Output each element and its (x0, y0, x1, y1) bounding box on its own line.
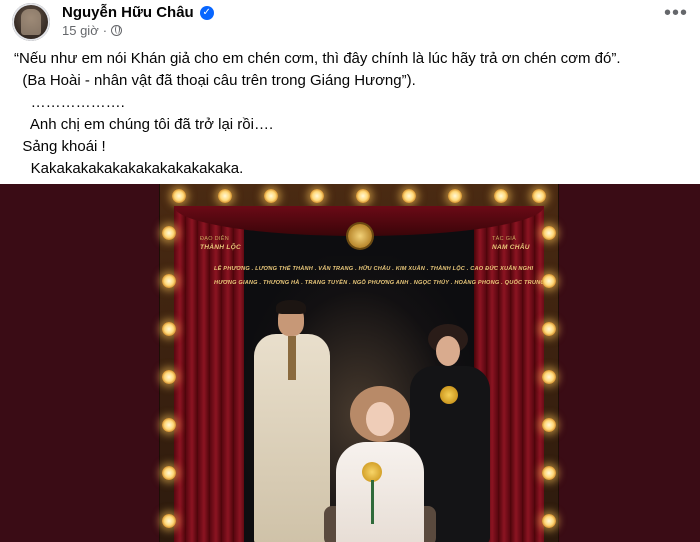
marquee-bulb (162, 226, 176, 240)
marquee-bulb (172, 189, 186, 203)
actress-right-head (436, 336, 460, 366)
flower-icon (440, 386, 458, 404)
marquee-bulb (542, 466, 556, 480)
marquee-bulb (162, 322, 176, 336)
marquee-bulb (542, 370, 556, 384)
marquee-bulb (264, 189, 278, 203)
flower-icon (362, 462, 382, 482)
director-name: THÀNH LỘC (200, 244, 241, 251)
post-text-line: Anh chị em chúng tôi đã trở lại rồi…. (14, 116, 274, 133)
theatre-emblem-logo (348, 224, 372, 248)
post-meta: 15 giờ · (62, 23, 123, 38)
cast-list-row-2: HƯƠNG GIANG . THƯƠNG HÀ . TRANG TUYỀN . … (214, 280, 544, 286)
marquee-bulb (542, 274, 556, 288)
post-text-line: ………………. (14, 94, 125, 111)
marquee-bulb (162, 370, 176, 384)
marquee-bulb (218, 189, 232, 203)
actor-hair (276, 300, 306, 314)
marquee-bulb (542, 322, 556, 336)
marquee-bulb (542, 226, 556, 240)
post-text-line: Kakakakakakakakakakakakaka. (14, 160, 244, 177)
cast-list-row-1: LÊ PHƯƠNG . LƯƠNG THẾ THÀNH . VÂN TRANG … (214, 266, 534, 272)
marquee-bulb (162, 466, 176, 480)
actress-center-head (366, 402, 394, 436)
marquee-bulb (542, 514, 556, 528)
marquee-bulb (310, 189, 324, 203)
actor-tie (288, 336, 296, 380)
marquee-bulb (162, 274, 176, 288)
marquee-bulb (162, 418, 176, 432)
author-label: TÁC GIẢ (492, 236, 517, 242)
post-text-line: “Nếu như em nói Khán giả cho em chén cơm… (14, 50, 621, 67)
marquee-bulb (162, 514, 176, 528)
post-text-line: (Ba Hoài - nhân vật đã thoại câu trên tr… (14, 72, 416, 89)
play-poster-image: ĐẠO DIỄN THÀNH LỘC TÁC GIẢ NAM CHÂU LÊ P… (160, 184, 558, 542)
post-media[interactable]: ĐẠO DIỄN THÀNH LỘC TÁC GIẢ NAM CHÂU LÊ P… (0, 184, 700, 542)
post-header: Nguyễn Hữu Châu ✓ 15 giờ · ••• (0, 0, 700, 46)
flower-stem (371, 480, 374, 524)
meta-separator: · (102, 23, 108, 38)
author-name[interactable]: Nguyễn Hữu Châu (62, 4, 194, 21)
curtain-left (174, 206, 244, 542)
author-avatar[interactable] (12, 3, 50, 41)
post-timestamp[interactable]: 15 giờ (62, 23, 99, 38)
actress-figure-center (336, 442, 424, 542)
marquee-bulb (542, 418, 556, 432)
author-credit-name: NAM CHÂU (492, 244, 530, 251)
marquee-bulb (448, 189, 462, 203)
poster-stage: ĐẠO DIỄN THÀNH LỘC TÁC GIẢ NAM CHÂU LÊ P… (174, 206, 544, 542)
marquee-bulb (402, 189, 416, 203)
director-label: ĐẠO DIỄN (200, 236, 229, 242)
verified-badge-icon: ✓ (199, 5, 214, 20)
author-name-row: Nguyễn Hữu Châu ✓ (62, 4, 214, 21)
post-text-line: Sảng khoái ! (14, 138, 106, 155)
marquee-bulb (494, 189, 508, 203)
more-horizontal-icon[interactable]: ••• (662, 3, 690, 30)
marquee-bulb (532, 189, 546, 203)
marquee-bulb (356, 189, 370, 203)
globe-icon[interactable] (111, 25, 123, 36)
